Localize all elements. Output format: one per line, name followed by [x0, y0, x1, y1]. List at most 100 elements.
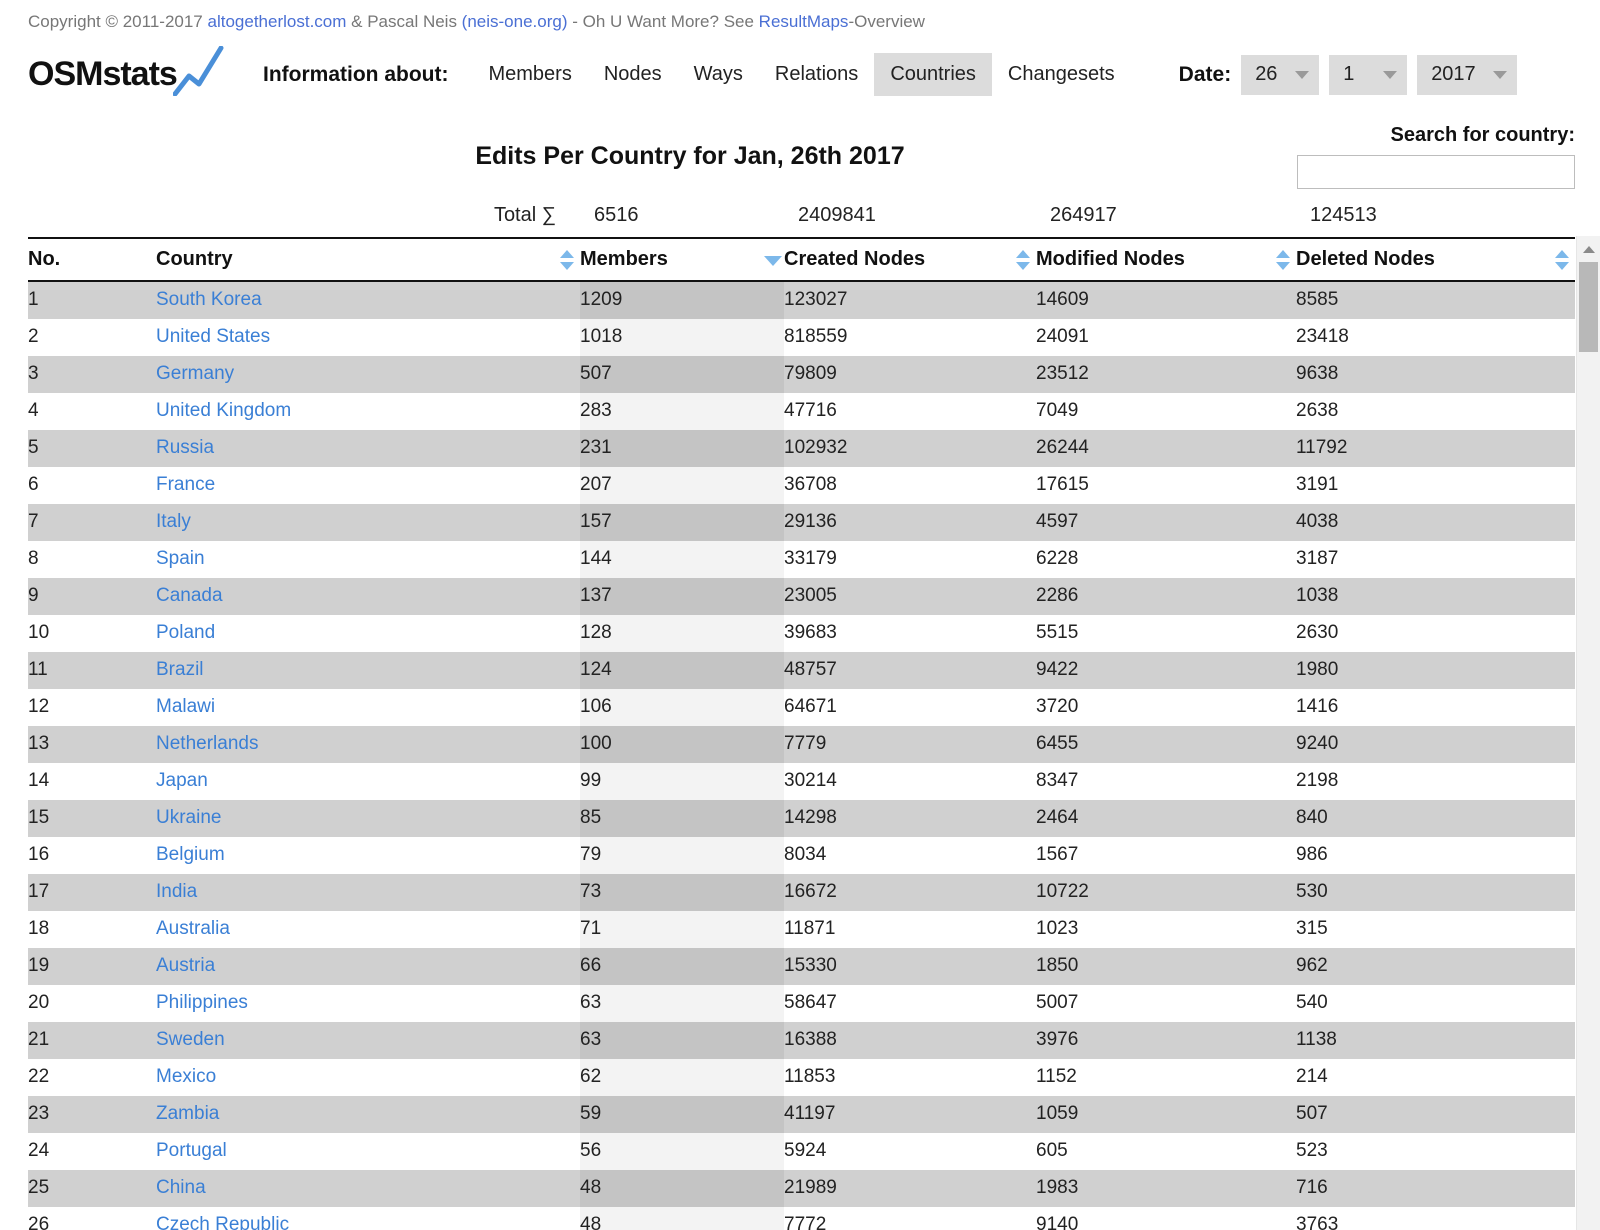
- sort-both-icon-country[interactable]: [560, 249, 574, 270]
- country-link[interactable]: Mexico: [156, 1066, 216, 1087]
- copyright-link-altogetherlost[interactable]: altogetherlost.com: [208, 12, 347, 31]
- nav-item-members[interactable]: Members: [472, 53, 587, 96]
- date-year-select[interactable]: 2017: [1417, 54, 1518, 95]
- table-row: 24 Portugal 56 5924 605 523: [28, 1133, 1575, 1170]
- country-link[interactable]: Germany: [156, 363, 234, 384]
- sort-both-icon-deleted-nodes[interactable]: [1555, 249, 1569, 270]
- column-header-created-nodes[interactable]: Created Nodes: [784, 237, 1036, 282]
- cell-no: 2: [28, 319, 156, 356]
- cell-modified-nodes: 14609: [1036, 281, 1296, 319]
- edits-per-country-table: Total ∑ 6516 2409841 264917 124513 No. C…: [28, 196, 1575, 1230]
- cell-created-nodes: 14298: [784, 800, 1036, 837]
- date-month-select[interactable]: 1: [1329, 54, 1408, 95]
- country-link[interactable]: Japan: [156, 770, 208, 791]
- cell-country: Portugal: [156, 1133, 580, 1170]
- country-link[interactable]: Canada: [156, 585, 223, 606]
- nav-item-changesets[interactable]: Changesets: [992, 53, 1131, 96]
- cell-modified-nodes: 23512: [1036, 356, 1296, 393]
- cell-created-nodes: 48757: [784, 652, 1036, 689]
- totals-deleted: 124513: [1310, 204, 1377, 226]
- table-vertical-scrollbar[interactable]: [1576, 236, 1600, 1230]
- nav-section-label: Information about:: [263, 62, 449, 86]
- country-link[interactable]: Philippines: [156, 992, 248, 1013]
- cell-country: Russia: [156, 430, 580, 467]
- country-link[interactable]: Malawi: [156, 696, 215, 717]
- main-navbar: OSMstats Information about: Members Node…: [0, 44, 1600, 106]
- country-link[interactable]: Zambia: [156, 1103, 219, 1124]
- cell-created-nodes: 123027: [784, 281, 1036, 319]
- column-header-created-nodes-label: Created Nodes: [784, 248, 926, 270]
- column-header-no[interactable]: No.: [28, 237, 156, 282]
- table-row: 10 Poland 128 39683 5515 2630: [28, 615, 1575, 652]
- date-day-select[interactable]: 26: [1241, 54, 1320, 95]
- cell-deleted-nodes: 1038: [1296, 578, 1575, 615]
- totals-created: 2409841: [798, 204, 876, 226]
- column-header-modified-nodes[interactable]: Modified Nodes: [1036, 237, 1296, 282]
- country-link[interactable]: India: [156, 881, 197, 902]
- cell-members: 85: [580, 800, 784, 837]
- cell-country: United States: [156, 319, 580, 356]
- date-picker-group: Date: 26 1 2017: [1179, 54, 1528, 95]
- column-header-country[interactable]: Country: [156, 237, 580, 282]
- cell-modified-nodes: 6228: [1036, 541, 1296, 578]
- table-row: 26 Czech Republic 48 7772 9140 3763: [28, 1207, 1575, 1230]
- copyright-link-neisone[interactable]: (neis-one.org): [462, 12, 568, 31]
- cell-country: Ukraine: [156, 800, 580, 837]
- country-link[interactable]: Portugal: [156, 1140, 227, 1161]
- nav-item-ways[interactable]: Ways: [678, 53, 759, 96]
- nav-item-relations[interactable]: Relations: [759, 53, 874, 96]
- cell-deleted-nodes: 523: [1296, 1133, 1575, 1170]
- country-link[interactable]: United Kingdom: [156, 400, 291, 421]
- country-link[interactable]: Australia: [156, 918, 230, 939]
- table-row: 2 United States 1018 818559 24091 23418: [28, 319, 1575, 356]
- nav-item-countries[interactable]: Countries: [874, 53, 992, 96]
- sort-both-icon-created-nodes[interactable]: [1016, 249, 1030, 270]
- country-link[interactable]: Brazil: [156, 659, 204, 680]
- cell-deleted-nodes: 2638: [1296, 393, 1575, 430]
- date-year-value: 2017: [1431, 63, 1476, 85]
- column-header-deleted-nodes[interactable]: Deleted Nodes: [1296, 237, 1575, 282]
- country-link[interactable]: Poland: [156, 622, 215, 643]
- country-link[interactable]: South Korea: [156, 289, 262, 310]
- cell-members: 1018: [580, 319, 784, 356]
- country-link[interactable]: Austria: [156, 955, 215, 976]
- cell-created-nodes: 29136: [784, 504, 1036, 541]
- cell-country: Belgium: [156, 837, 580, 874]
- country-link[interactable]: Czech Republic: [156, 1214, 289, 1230]
- scroll-up-button[interactable]: [1577, 236, 1600, 262]
- country-link[interactable]: Italy: [156, 511, 191, 532]
- country-link[interactable]: Spain: [156, 548, 205, 569]
- country-link[interactable]: China: [156, 1177, 206, 1198]
- country-link[interactable]: Russia: [156, 437, 214, 458]
- table-row: 11 Brazil 124 48757 9422 1980: [28, 652, 1575, 689]
- column-header-modified-nodes-label: Modified Nodes: [1036, 248, 1185, 270]
- nav-item-nodes[interactable]: Nodes: [588, 53, 678, 96]
- cell-deleted-nodes: 1980: [1296, 652, 1575, 689]
- column-header-members[interactable]: Members: [580, 237, 784, 282]
- country-link[interactable]: Ukraine: [156, 807, 221, 828]
- table-row: 8 Spain 144 33179 6228 3187: [28, 541, 1575, 578]
- cell-country: India: [156, 874, 580, 911]
- cell-members: 63: [580, 985, 784, 1022]
- cell-country: Japan: [156, 763, 580, 800]
- scrollbar-thumb[interactable]: [1579, 262, 1598, 352]
- country-link[interactable]: Belgium: [156, 844, 225, 865]
- date-month-value: 1: [1343, 63, 1355, 85]
- country-link[interactable]: France: [156, 474, 215, 495]
- sort-both-icon-modified-nodes[interactable]: [1276, 249, 1290, 270]
- sort-desc-icon-members[interactable]: [764, 250, 782, 270]
- copyright-link-resultmaps[interactable]: ResultMaps: [759, 12, 849, 31]
- cell-country: Brazil: [156, 652, 580, 689]
- search-input[interactable]: [1297, 155, 1575, 189]
- brand-logo[interactable]: OSMstats: [28, 45, 224, 101]
- country-link[interactable]: Sweden: [156, 1029, 225, 1050]
- country-link[interactable]: Netherlands: [156, 733, 258, 754]
- cell-deleted-nodes: 716: [1296, 1170, 1575, 1207]
- cell-country: Australia: [156, 911, 580, 948]
- cell-no: 25: [28, 1170, 156, 1207]
- totals-label: Total ∑: [493, 204, 556, 226]
- cell-no: 26: [28, 1207, 156, 1230]
- cell-members: 1209: [580, 281, 784, 319]
- cell-created-nodes: 16388: [784, 1022, 1036, 1059]
- country-link[interactable]: United States: [156, 326, 270, 347]
